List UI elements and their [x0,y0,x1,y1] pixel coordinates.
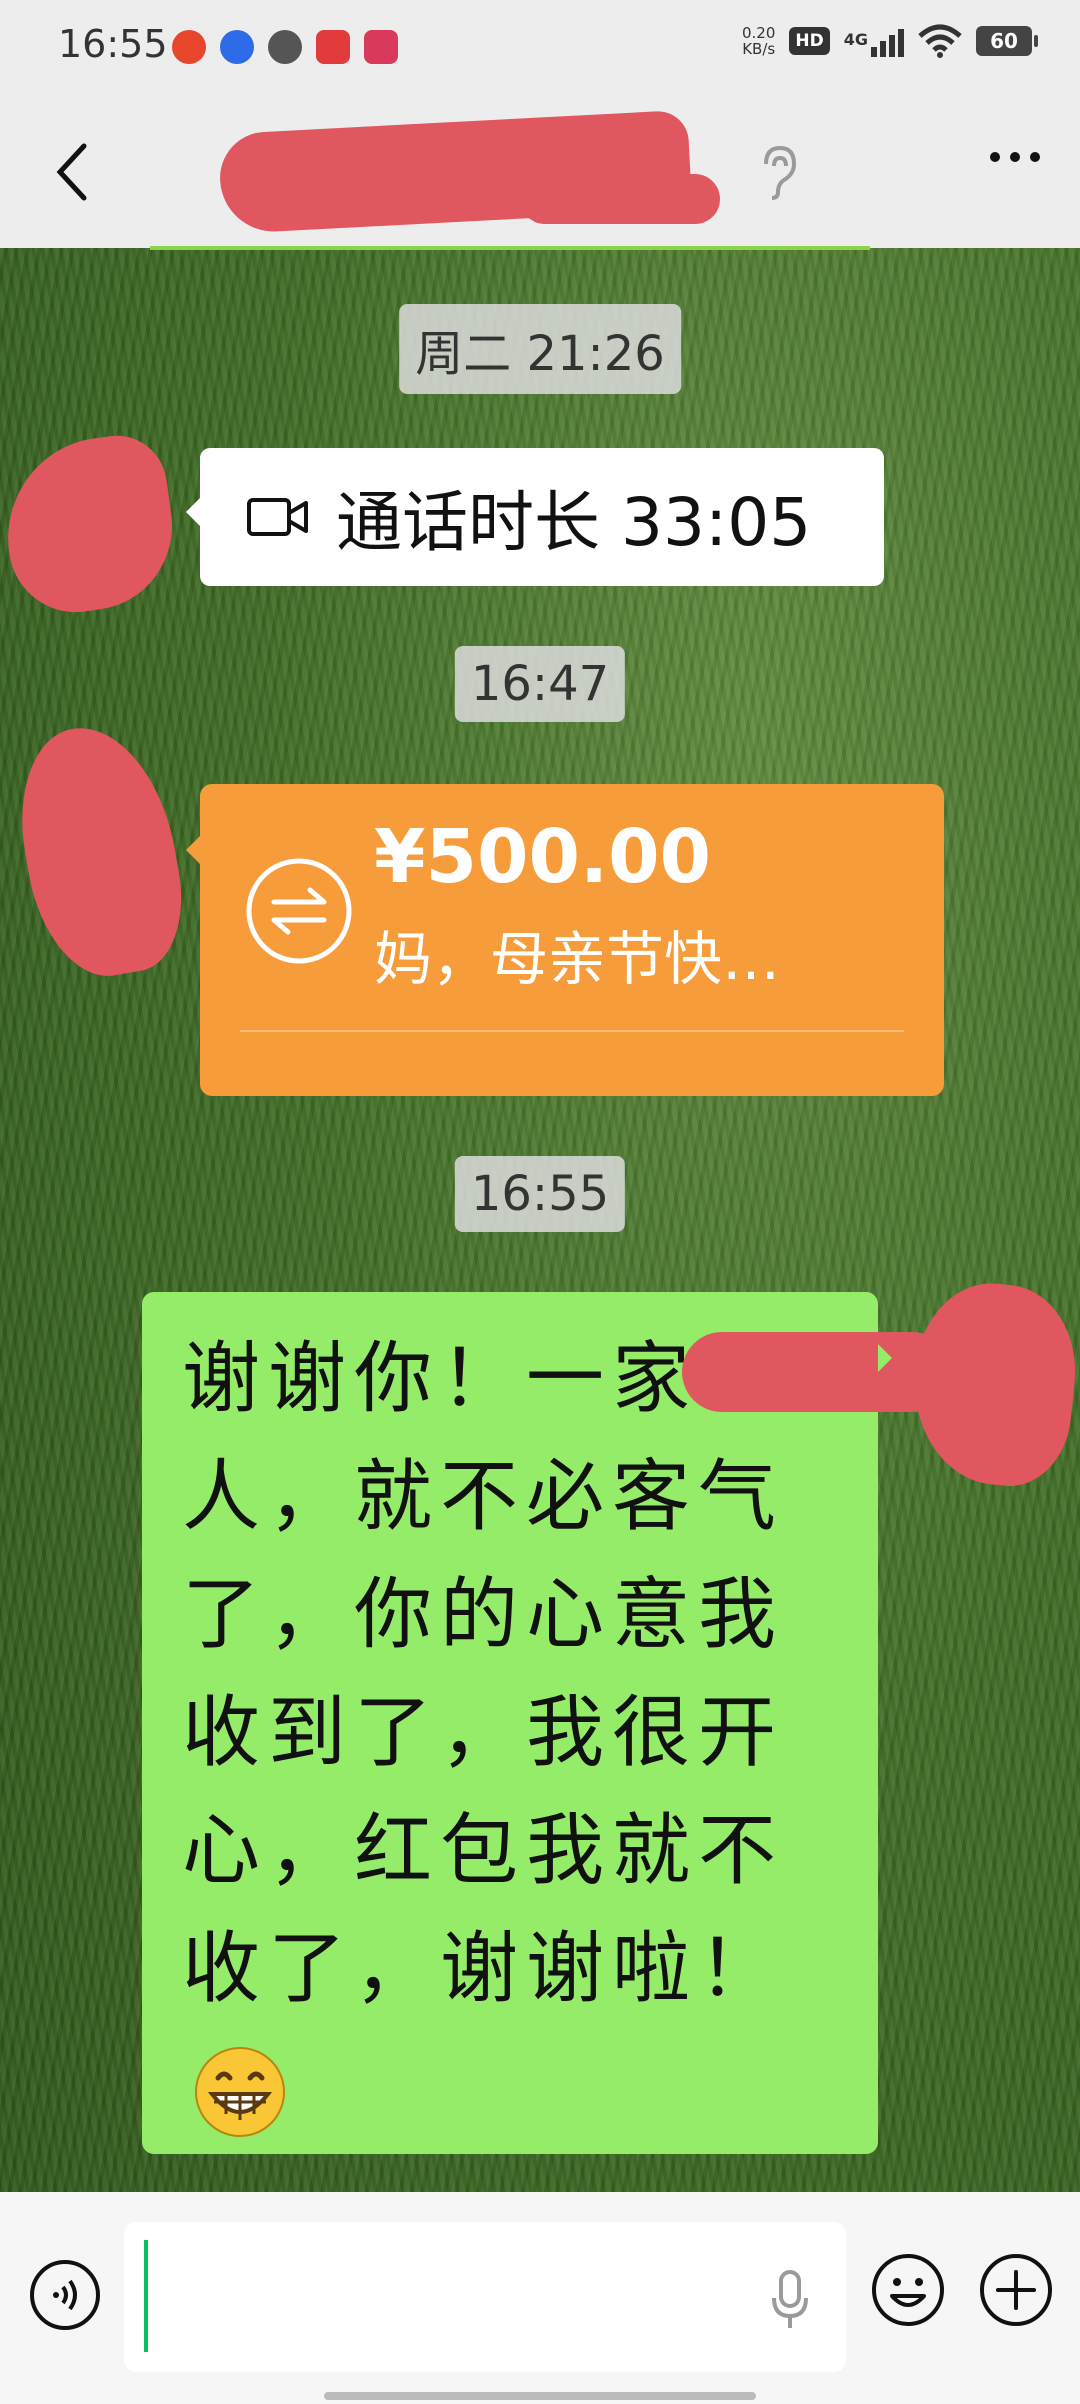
microphone-icon[interactable] [770,2268,810,2332]
sent-message-text: 谢谢你！一家人，就不必客气了，你的心意我收到了，我很开心，红包我就不收了，谢谢啦… [182,1320,842,2146]
toutiao-app-icon [172,30,206,64]
net-speed: 0.20 KB/s [741,24,776,58]
message-redaction [682,1332,952,1412]
hd-badge: HD [789,27,830,55]
contact-avatar-2[interactable] [5,715,195,987]
transfer-divider [240,1030,904,1032]
input-bar [0,2192,1080,2404]
home-indicator[interactable] [324,2392,756,2400]
battery-icon: 60 [976,26,1038,56]
timestamp-2: 16:47 [454,646,626,722]
plus-icon[interactable] [978,2252,1054,2328]
chevron-left-icon[interactable] [48,140,98,204]
transfer-note: 妈，母亲节快… [374,925,781,993]
chat-header [0,96,1080,248]
timestamp-1: 周二 21:26 [399,304,681,394]
transfer-amount: ¥500.00 [374,814,712,900]
status-indicators: 0.20 KB/s HD 4G 60 [741,24,1038,58]
notification-icons [172,30,398,64]
signal-icon: 4G [844,25,904,57]
link-app-icon [268,30,302,64]
voice-mode-icon[interactable] [28,2258,102,2332]
more-dots-icon[interactable] [990,152,1040,162]
wifi-icon [918,24,962,58]
text-caret [144,2240,148,2352]
status-time: 16:55 [58,22,168,66]
weibo-app-icon [364,30,398,64]
timestamp-3: 16:55 [454,1156,626,1232]
contact-avatar-1[interactable] [0,429,184,621]
video-call-icon [247,498,308,536]
transfer-bubble[interactable]: ¥500.00 妈，母亲节快… [186,784,944,1096]
sent-message-bubble[interactable]: 谢谢你！一家人，就不必客气了，你的心意我收到了，我很开心，红包我就不收了，谢谢啦… [142,1292,952,2154]
ear-icon [764,145,797,200]
call-duration-text: 通话时长 33:05 [336,484,812,561]
header-divider [150,246,870,250]
call-record-bubble[interactable]: 通话时长 33:05 [186,448,884,586]
transfer-icon [246,858,352,964]
chat-screen: 16:55 0.20 KB/s HD 4G 60 周二 21:26 通话时长 3… [0,0,1080,2404]
baidu-app-icon [220,30,254,64]
grin-emoji-icon [195,2046,285,2137]
emoji-icon[interactable] [870,2252,946,2328]
news-app-icon [316,30,350,64]
status-bar: 16:55 0.20 KB/s HD 4G 60 [0,0,1080,96]
my-avatar[interactable] [903,1276,1080,1492]
chat-title-redacted-2 [520,174,720,224]
message-input[interactable] [124,2222,846,2372]
